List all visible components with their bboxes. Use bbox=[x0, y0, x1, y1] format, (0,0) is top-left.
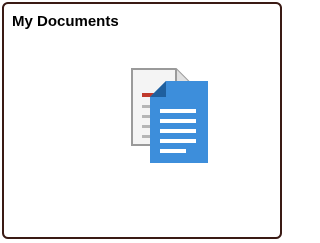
tile-title: My Documents bbox=[12, 13, 119, 30]
documents-icon bbox=[131, 68, 208, 163]
my-documents-tile[interactable]: My Documents bbox=[2, 2, 282, 239]
front-document bbox=[150, 81, 208, 163]
